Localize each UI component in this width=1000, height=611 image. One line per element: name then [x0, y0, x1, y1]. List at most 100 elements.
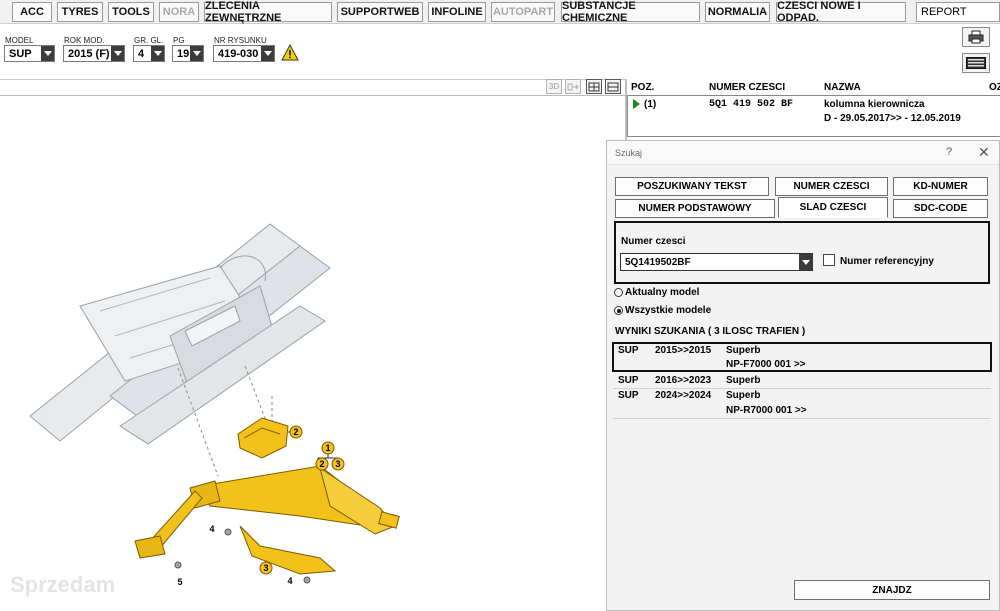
- printer-icon: [968, 30, 984, 44]
- part-number-value: 5Q1419502BF: [625, 256, 691, 268]
- result-1-code[interactable]: NP-F7000 001 >>: [726, 359, 806, 370]
- result-1-years[interactable]: 2015>>2015: [655, 345, 711, 356]
- report-select[interactable]: REPORT: [916, 2, 1000, 22]
- callout-3b-label: 3: [335, 459, 340, 469]
- callout-1-label: 1: [325, 443, 330, 453]
- keyboard-button[interactable]: [962, 53, 990, 73]
- reference-number-checkbox[interactable]: [823, 254, 835, 266]
- chevron-down-icon[interactable]: [111, 46, 124, 61]
- mode-part-number-button[interactable]: NUMER CZESCI: [775, 177, 888, 196]
- find-button[interactable]: ZNAJDZ: [794, 580, 990, 600]
- view-zoom-icon[interactable]: [565, 79, 581, 94]
- view-list-icon[interactable]: [605, 79, 621, 94]
- exploded-parts-drawing: 2 1 2 3 3 4 4 5 Sprzedam: [10, 223, 400, 597]
- year-value: 2015 (F): [68, 47, 110, 60]
- main-group-value: 4: [138, 47, 145, 60]
- mode-kd-number-button[interactable]: KD-NUMER: [893, 177, 988, 196]
- row-name: kolumna kierownicza: [824, 99, 925, 110]
- tab-infoline[interactable]: INFOLINE: [428, 2, 486, 22]
- tab-nora: NORA: [159, 2, 199, 22]
- col-name: NAZWA: [824, 82, 861, 93]
- main-group-select[interactable]: 4: [133, 45, 165, 62]
- view-3d-button[interactable]: 3D: [546, 79, 562, 94]
- chevron-down-icon[interactable]: [261, 46, 274, 61]
- tab-tools[interactable]: TOOLS: [108, 2, 154, 22]
- radio-all-models-label: Wszystkie modele: [625, 305, 712, 316]
- col-pos: POZ.: [631, 82, 655, 93]
- part-number-label: Numer czesci: [621, 236, 686, 247]
- tab-normalia[interactable]: NORMALIA: [705, 2, 770, 22]
- reference-number-label: Numer referencyjny: [840, 256, 934, 267]
- result-3-name[interactable]: Superb: [726, 390, 760, 401]
- col-part-number: NUMER CZESCI: [709, 82, 786, 93]
- chevron-down-icon[interactable]: [41, 46, 54, 61]
- tab-zlecenia-zewnetrzne[interactable]: ZLECENIA ZEWNĘTRZNE: [204, 0, 332, 24]
- result-2-years[interactable]: 2016>>2023: [655, 375, 711, 386]
- view-split-icon[interactable]: [586, 79, 602, 94]
- parts-table-header: POZ. NUMER CZESCI NAZWA OZ: [627, 79, 1000, 96]
- mode-part-trace-button[interactable]: SLAD CZESCI: [778, 197, 888, 218]
- row-pos: (1): [644, 99, 657, 110]
- dialog-title: Szukaj: [615, 148, 643, 158]
- result-3-years[interactable]: 2024>>2024: [655, 390, 711, 401]
- radio-current-model-label: Aktualny model: [625, 287, 700, 298]
- radio-current-model[interactable]: [614, 288, 623, 297]
- chevron-down-icon[interactable]: [190, 46, 203, 61]
- watermark: Sprzedam: [10, 572, 115, 597]
- part-1-steering-column: [134, 465, 400, 575]
- result-1-model[interactable]: SUP: [618, 345, 639, 356]
- callout-2b-label: 2: [319, 459, 324, 469]
- tab-acc[interactable]: ACC: [12, 2, 52, 22]
- drawing-number-select[interactable]: 419-030: [213, 45, 275, 62]
- print-button[interactable]: [962, 27, 990, 47]
- part-2-bracket: [237, 417, 296, 459]
- callout-4b-label: 4: [287, 576, 292, 586]
- result-1-name[interactable]: Superb: [726, 345, 760, 356]
- tab-autopart: AUTOPART: [491, 2, 555, 22]
- drawing-number-label: NR RYSUNKU: [214, 36, 267, 45]
- row-part-number: 5Q1 419 502 BF: [709, 99, 794, 110]
- callout-5-label: 5: [177, 577, 182, 587]
- row-pointer-icon: [633, 99, 640, 109]
- model-select[interactable]: SUP: [4, 45, 55, 62]
- year-select[interactable]: 2015 (F): [63, 45, 125, 62]
- result-3-code[interactable]: NP-R7000 001 >>: [726, 405, 807, 416]
- callout-4-label: 4: [209, 524, 214, 534]
- keyboard-icon: [966, 57, 986, 69]
- body-structure-ghost: [29, 223, 331, 445]
- model-value: SUP: [9, 47, 32, 60]
- sub-group-label: PG: [173, 36, 185, 45]
- mode-sdc-code-button[interactable]: SDC-CODE: [893, 199, 988, 218]
- tab-tyres[interactable]: TYRES: [57, 2, 103, 22]
- result-3-model[interactable]: SUP: [618, 390, 639, 401]
- sub-group-select[interactable]: 19: [172, 45, 204, 62]
- model-label: MODEL: [5, 36, 34, 45]
- row-detail: D - 29.05.2017>> - 12.05.2019: [824, 113, 961, 124]
- warning-icon[interactable]: [281, 44, 299, 62]
- mode-base-number-button[interactable]: NUMER PODSTAWOWY: [615, 199, 775, 218]
- tab-substancje-chemiczne[interactable]: SUBSTANCJE CHEMICZNE: [561, 0, 700, 24]
- callout-2-label: 2: [293, 427, 298, 437]
- col-oz: OZ: [989, 82, 1000, 93]
- chevron-down-icon[interactable]: [799, 254, 812, 270]
- sub-group-value: 19: [177, 47, 190, 60]
- result-divider: [613, 388, 991, 389]
- dialog-title-bar: Szukaj ? ✕: [607, 141, 999, 165]
- close-icon[interactable]: ✕: [978, 144, 990, 161]
- help-icon[interactable]: ?: [946, 146, 952, 158]
- callout-3-label: 3: [263, 563, 268, 573]
- result-divider: [613, 418, 991, 419]
- part-number-input[interactable]: 5Q1419502BF: [620, 253, 813, 271]
- chevron-down-icon[interactable]: [151, 46, 164, 61]
- main-group-label: GR. GL.: [134, 36, 164, 45]
- results-title: WYNIKI SZUKANIA ( 3 ILOSC TRAFIEN ): [615, 326, 806, 337]
- drawing-toolbar: [0, 79, 625, 96]
- result-2-model[interactable]: SUP: [618, 375, 639, 386]
- drawing-number-value: 419-030: [218, 47, 259, 60]
- tab-supportweb[interactable]: SUPPORTWEB: [337, 2, 423, 22]
- top-tab-bar: ACC TYRES TOOLS NORA ZLECENIA ZEWNĘTRZNE…: [0, 0, 1000, 24]
- tab-czesci-nowe[interactable]: CZESCI NOWE I ODPAD.: [776, 0, 906, 24]
- radio-all-models[interactable]: [614, 306, 623, 315]
- result-2-name[interactable]: Superb: [726, 375, 760, 386]
- mode-text-search-button[interactable]: POSZUKIWANY TEKST: [615, 177, 769, 196]
